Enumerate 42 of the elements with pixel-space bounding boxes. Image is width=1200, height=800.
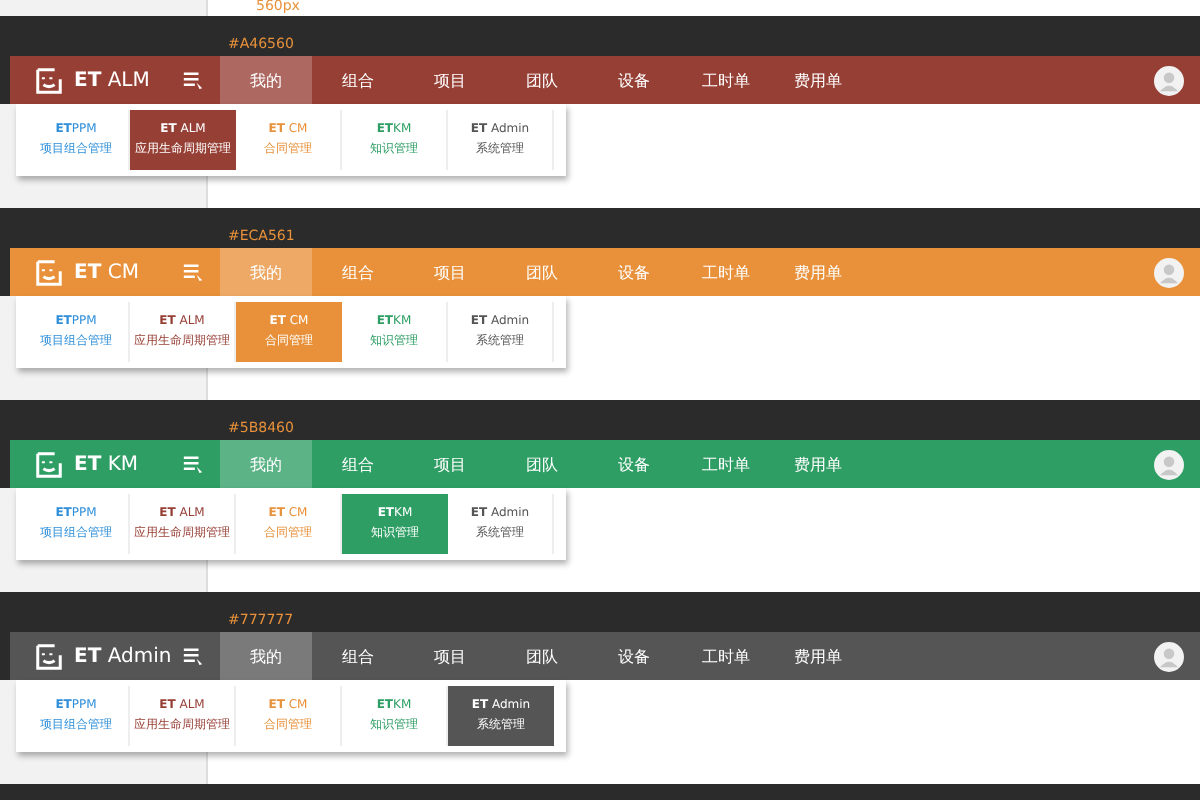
nav-tab[interactable]: 设备 bbox=[588, 56, 680, 104]
logo-icon bbox=[34, 449, 64, 479]
menu-icon[interactable] bbox=[182, 645, 204, 667]
nav-tab[interactable]: 设备 bbox=[588, 632, 680, 680]
nav-tab[interactable]: 项目 bbox=[404, 56, 496, 104]
avatar-icon[interactable] bbox=[1154, 449, 1184, 479]
product-name: ET KM bbox=[74, 453, 139, 475]
nav-tab[interactable]: 我的 bbox=[220, 56, 312, 104]
nav-tab[interactable]: 费用单 bbox=[772, 440, 864, 488]
nav-tab[interactable]: 费用单 bbox=[772, 632, 864, 680]
nav-tab[interactable]: 团队 bbox=[496, 56, 588, 104]
nav-tab[interactable]: 费用单 bbox=[772, 248, 864, 296]
nav-tab[interactable]: 组合 bbox=[312, 248, 404, 296]
avatar-icon[interactable] bbox=[1154, 65, 1184, 95]
nav-tab[interactable]: 团队 bbox=[496, 248, 588, 296]
nav-tab[interactable]: 我的 bbox=[220, 632, 312, 680]
nav-tab[interactable]: 我的 bbox=[220, 440, 312, 488]
menu-icon[interactable] bbox=[182, 69, 204, 91]
product-name: ET Admin bbox=[74, 645, 172, 667]
nav-tab[interactable]: 工时单 bbox=[680, 440, 772, 488]
logo-icon bbox=[34, 257, 64, 287]
menu-icon[interactable] bbox=[182, 453, 204, 475]
logo-icon bbox=[34, 65, 64, 95]
nav-tab[interactable]: 费用单 bbox=[772, 56, 864, 104]
nav-tab[interactable]: 项目 bbox=[404, 248, 496, 296]
nav-tab[interactable]: 工时单 bbox=[680, 632, 772, 680]
nav-tab[interactable]: 工时单 bbox=[680, 56, 772, 104]
nav-tab[interactable]: 团队 bbox=[496, 632, 588, 680]
logo-icon bbox=[34, 641, 64, 671]
nav-tab[interactable]: 项目 bbox=[404, 632, 496, 680]
nav-tab[interactable]: 工时单 bbox=[680, 248, 772, 296]
avatar-icon[interactable] bbox=[1154, 641, 1184, 671]
product-name: ET ALM bbox=[74, 69, 150, 91]
nav-tab[interactable]: 组合 bbox=[312, 56, 404, 104]
product-name: ET CM bbox=[74, 261, 139, 283]
nav-tab[interactable]: 组合 bbox=[312, 632, 404, 680]
nav-tab[interactable]: 团队 bbox=[496, 440, 588, 488]
nav-tab[interactable]: 项目 bbox=[404, 440, 496, 488]
nav-tab[interactable]: 设备 bbox=[588, 440, 680, 488]
nav-tab[interactable]: 设备 bbox=[588, 248, 680, 296]
nav-tab[interactable]: 我的 bbox=[220, 248, 312, 296]
nav-tab[interactable]: 组合 bbox=[312, 440, 404, 488]
